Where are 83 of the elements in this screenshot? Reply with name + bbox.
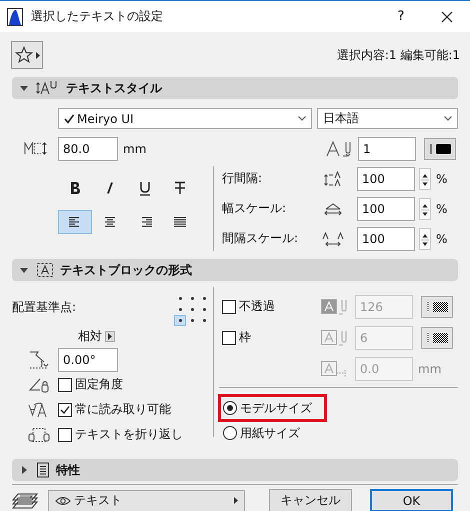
font-name: Meiryo UI	[77, 112, 135, 126]
unit-label: %	[436, 232, 448, 246]
checkbox[interactable]	[222, 300, 236, 314]
angle-icon	[28, 350, 50, 370]
checkbox[interactable]	[58, 428, 72, 442]
spacing-label: 行間隔:	[222, 170, 264, 187]
pen-icon	[326, 140, 352, 158]
app-logo-icon	[7, 8, 23, 26]
unit-label: %	[436, 202, 448, 216]
relative-label: 相対	[78, 328, 102, 345]
fill-pattern-button[interactable]	[421, 296, 453, 318]
underline-icon	[139, 180, 151, 196]
checkbox[interactable]	[58, 402, 72, 416]
help-button[interactable]: ?	[378, 1, 424, 32]
margin-icon	[321, 360, 349, 378]
favorites-button[interactable]	[11, 41, 43, 69]
option-label: 不透過	[239, 298, 276, 315]
char-spacing-icon	[322, 230, 344, 246]
chevron-down-icon	[298, 116, 306, 121]
radio-label: モデルサイズ	[240, 400, 312, 416]
align-center-icon	[103, 216, 117, 228]
spacing-label: 間隔スケール:	[222, 230, 300, 247]
angle-field[interactable]: 0.00°	[58, 348, 118, 372]
ok-button[interactable]: OK	[370, 489, 453, 511]
bold-icon	[69, 181, 81, 195]
caret-icon	[234, 497, 238, 504]
pattern-icon	[425, 300, 449, 312]
option-label: テキストを折り返し	[75, 426, 183, 443]
unit-label: mm	[123, 142, 146, 156]
caret-icon	[36, 52, 40, 58]
star-icon	[14, 46, 32, 64]
anchor-label: 配置基準点:	[12, 299, 76, 316]
spinner[interactable]	[419, 228, 431, 250]
align-justify-icon	[173, 216, 187, 228]
option-label: 固定角度	[75, 376, 123, 393]
fill-pattern-button[interactable]	[421, 326, 453, 348]
section-header[interactable]: テキストスタイル	[12, 77, 458, 99]
section-header[interactable]: 特性	[12, 459, 458, 481]
cancel-button[interactable]: キャンセル	[269, 489, 352, 511]
section-header[interactable]: テキストブロックの形式	[12, 259, 458, 281]
chevron-down-icon	[444, 116, 452, 121]
strikethrough-icon	[174, 181, 186, 195]
unit-label: %	[436, 172, 448, 186]
text-size-field[interactable]: 80.0	[58, 136, 118, 160]
option-label: 枠	[239, 329, 252, 346]
pen-field[interactable]: 1	[358, 136, 416, 160]
spinner[interactable]	[419, 198, 431, 220]
spacing-label: 幅スケール:	[222, 200, 288, 217]
anchor-point[interactable]	[174, 315, 186, 326]
radio-button[interactable]	[223, 401, 237, 415]
font-dropdown[interactable]: Meiryo UI	[58, 108, 312, 129]
relative-menu-button[interactable]	[105, 331, 115, 342]
radio-button[interactable]	[223, 426, 237, 440]
language-dropdown[interactable]: 日本語	[317, 108, 458, 129]
text-block-icon	[36, 262, 54, 278]
close-icon	[441, 10, 453, 22]
layer-dropdown[interactable]: テキスト	[48, 490, 245, 511]
angle-lock-icon	[28, 376, 50, 392]
fill-pen-icon	[321, 298, 349, 316]
pen-color-icon	[428, 142, 452, 154]
option-label: 常に読み取り可能	[75, 401, 171, 418]
pen-color-button[interactable]	[424, 138, 456, 160]
radio-label: 用紙サイズ	[240, 424, 300, 442]
spacing-field[interactable]: 100	[357, 196, 415, 220]
spacing-field[interactable]: 100	[357, 226, 415, 250]
checkbox[interactable]	[222, 330, 236, 344]
pattern-icon	[425, 332, 449, 344]
align-button[interactable]	[58, 210, 92, 234]
width-scale-icon	[322, 202, 344, 216]
language-name: 日本語	[323, 110, 360, 127]
align-left-icon	[68, 216, 82, 228]
caret-icon	[108, 333, 112, 340]
spacing-field[interactable]: 100	[357, 166, 415, 190]
frame-pen-icon	[321, 328, 349, 346]
unit-label: mm	[418, 362, 442, 376]
document-icon	[36, 462, 50, 478]
spinner[interactable]	[419, 168, 431, 190]
layer-name: テキスト	[74, 492, 123, 509]
window-title: 選択したテキストの設定	[31, 8, 164, 25]
eye-icon	[55, 496, 71, 506]
wrap-text-icon	[28, 426, 50, 442]
selection-info: 選択内容:1 編集可能:1	[336, 47, 460, 64]
checkbox[interactable]	[58, 378, 72, 392]
